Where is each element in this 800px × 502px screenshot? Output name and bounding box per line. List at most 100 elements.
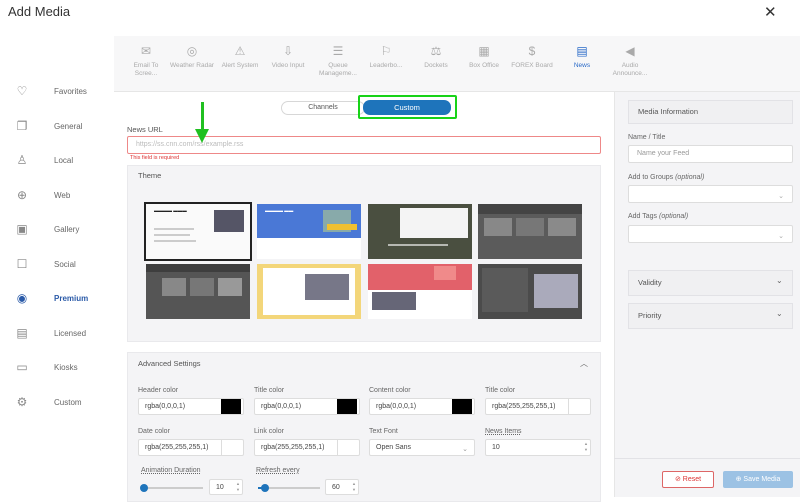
channels-toggle[interactable]: Channels bbox=[281, 101, 365, 115]
sidebar-item-kiosks[interactable]: ▭ Kiosks bbox=[0, 350, 114, 384]
tab-queue-management[interactable]: ☰ Queue Manageme... bbox=[314, 44, 362, 78]
refresh-every-knob[interactable] bbox=[261, 484, 269, 492]
theme-thumbnail-yellow[interactable] bbox=[257, 264, 361, 319]
refresh-every-label: Refresh every bbox=[256, 467, 300, 474]
chevron-up-icon[interactable]: ︿ bbox=[580, 358, 588, 369]
gallery-icon: ▣ bbox=[16, 222, 28, 236]
stepper-icon[interactable]: ▲ ▼ bbox=[352, 481, 356, 493]
sidebar-item-licensed[interactable]: ▤ Licensed bbox=[0, 316, 114, 350]
thumb-accent-bar bbox=[327, 224, 357, 230]
close-icon[interactable]: ✕ bbox=[764, 3, 777, 21]
stepper-icon[interactable]: ▲ ▼ bbox=[584, 441, 588, 453]
tab-label: Email To Scree... bbox=[133, 62, 159, 77]
name-title-input[interactable]: Name your Feed bbox=[628, 145, 793, 163]
dollar-icon: $ bbox=[528, 44, 536, 58]
thumb-image bbox=[214, 210, 244, 232]
sidebar-item-local[interactable]: ♙ Local bbox=[0, 143, 114, 177]
title-color-input[interactable]: rgba(0,0,0,1) bbox=[254, 398, 360, 415]
groups-select[interactable]: ⌄ bbox=[628, 185, 793, 203]
tab-email-to-screen[interactable]: ✉ Email To Scree... bbox=[122, 44, 170, 78]
tab-weather-radar[interactable]: ◎ Weather Radar bbox=[168, 44, 216, 70]
link-color-value: rgba(255,255,255,1) bbox=[261, 444, 325, 451]
content-color-swatch[interactable] bbox=[452, 399, 472, 414]
text-font-select[interactable]: Open Sans ⌄ bbox=[369, 439, 475, 456]
tab-leaderboard[interactable]: ⚐ Leaderbo... bbox=[362, 44, 410, 70]
text-font-label: Text Font bbox=[369, 428, 398, 435]
refresh-every-input[interactable]: 60 ▲ ▼ bbox=[325, 479, 359, 495]
title-color-2-input[interactable]: rgba(255,255,255,1) bbox=[485, 398, 591, 415]
tags-label: Add Tags (optional) bbox=[628, 213, 688, 220]
tab-dockets[interactable]: ⚖ Dockets bbox=[412, 44, 460, 70]
sidebar-item-premium[interactable]: ◉ Premium bbox=[0, 281, 114, 315]
theme-thumbnail-dark-olive[interactable] bbox=[368, 204, 472, 259]
animation-duration-slider[interactable] bbox=[141, 487, 203, 489]
media-type-bar: ✉ Email To Scree... ◎ Weather Radar ⚠ Alert… bbox=[114, 36, 800, 92]
stepper-icon[interactable]: ▲ ▼ bbox=[236, 481, 240, 493]
kiosk-icon: ▭ bbox=[16, 360, 28, 374]
sidebar-item-general[interactable]: ❐ General bbox=[0, 109, 114, 143]
theme-thumbnail-light[interactable]: ▬▬▬▬ ▬▬▬ bbox=[144, 202, 252, 261]
licensed-icon: ▤ bbox=[16, 326, 28, 340]
title-color-2-value: rgba(255,255,255,1) bbox=[492, 403, 556, 410]
sidebar-item-label: Custom bbox=[54, 397, 82, 407]
header-color-swatch[interactable] bbox=[221, 399, 241, 414]
advanced-settings-panel bbox=[127, 352, 601, 502]
chevron-down-icon[interactable]: ⌄ bbox=[776, 309, 783, 318]
reset-label: Reset bbox=[682, 476, 702, 483]
tab-box-office[interactable]: ▦ Box Office bbox=[460, 44, 508, 70]
sidebar-item-favorites[interactable]: ♡ Favorites bbox=[0, 74, 114, 108]
header-color-value: rgba(0,0,0,1) bbox=[145, 403, 186, 410]
save-label: Save Media bbox=[743, 476, 781, 483]
sidebar-item-label: Licensed bbox=[54, 328, 87, 338]
title-color-swatch[interactable] bbox=[337, 399, 357, 414]
link-color-label: Link color bbox=[254, 428, 284, 435]
sidebar-item-custom[interactable]: ⚙ Custom bbox=[0, 385, 114, 419]
date-color-input[interactable]: rgba(255,255,255,1) bbox=[138, 439, 244, 456]
custom-toggle[interactable]: Custom bbox=[363, 100, 451, 115]
thumb-image bbox=[548, 218, 576, 236]
link-color-input[interactable]: rgba(255,255,255,1) bbox=[254, 439, 360, 456]
title-color-2-swatch[interactable] bbox=[568, 399, 588, 414]
link-color-swatch[interactable] bbox=[337, 440, 357, 455]
tab-forex-board[interactable]: $ FOREX Board bbox=[508, 44, 556, 70]
content-color-input[interactable]: rgba(0,0,0,1) bbox=[369, 398, 475, 415]
theme-thumbnail-charcoal[interactable] bbox=[478, 264, 582, 319]
theme-thumbnail-dark-gray[interactable] bbox=[146, 264, 250, 319]
animation-duration-input[interactable]: 10 ▲ ▼ bbox=[209, 479, 243, 495]
tab-alert-system[interactable]: ⚠ Alert System bbox=[216, 44, 264, 70]
reset-button[interactable]: ⊘ Reset bbox=[662, 471, 714, 488]
animation-duration-value: 10 bbox=[216, 484, 224, 491]
header-color-input[interactable]: rgba(0,0,0,1) bbox=[138, 398, 244, 415]
thumb-line bbox=[154, 228, 194, 230]
animation-duration-knob[interactable] bbox=[140, 484, 148, 492]
sidebar-item-web[interactable]: ⊕ Web bbox=[0, 178, 114, 212]
date-color-swatch[interactable] bbox=[221, 440, 241, 455]
news-items-value: 10 bbox=[492, 444, 500, 451]
sidebar: ♡ Favorites ❐ General ♙ Local ⊕ Web ▣ Gallery… bbox=[0, 24, 114, 497]
groups-label: Add to Groups (optional) bbox=[628, 174, 704, 181]
theme-thumbnail-gray[interactable] bbox=[478, 204, 582, 259]
chevron-down-icon[interactable]: ⌄ bbox=[776, 276, 783, 285]
tab-video-input[interactable]: ⇩ Video Input bbox=[264, 44, 312, 70]
title-color-label: Title color bbox=[254, 387, 285, 394]
copy-icon: ❐ bbox=[16, 119, 28, 133]
thumb-accent bbox=[434, 266, 456, 280]
tab-audio-announcement[interactable]: ◀ Audio Announce... bbox=[606, 44, 654, 78]
theme-thumbnail-red[interactable] bbox=[368, 264, 472, 319]
save-media-button[interactable]: ⊕ Save Media bbox=[723, 471, 793, 488]
tab-label: FOREX Board bbox=[511, 62, 553, 69]
theme-thumbnail-blue[interactable]: ▬▬▬▬ ▬▬ bbox=[257, 204, 361, 259]
box-office-icon: ▦ bbox=[478, 44, 490, 58]
thumb-card bbox=[400, 208, 468, 238]
sidebar-item-gallery[interactable]: ▣ Gallery bbox=[0, 212, 114, 246]
sidebar-item-label: Local bbox=[54, 155, 74, 165]
tab-news[interactable]: ▤ News bbox=[558, 44, 606, 70]
sidebar-item-social[interactable]: ☐ Social bbox=[0, 247, 114, 281]
tags-select[interactable]: ⌄ bbox=[628, 225, 793, 243]
tab-label: Queue Manageme... bbox=[319, 62, 357, 77]
optional-hint: (optional) bbox=[659, 213, 689, 220]
thumb-image bbox=[162, 278, 186, 296]
news-items-input[interactable]: 10 ▲ ▼ bbox=[485, 439, 591, 456]
thumb-image bbox=[372, 292, 416, 310]
save-icon: ⊕ bbox=[735, 476, 742, 483]
